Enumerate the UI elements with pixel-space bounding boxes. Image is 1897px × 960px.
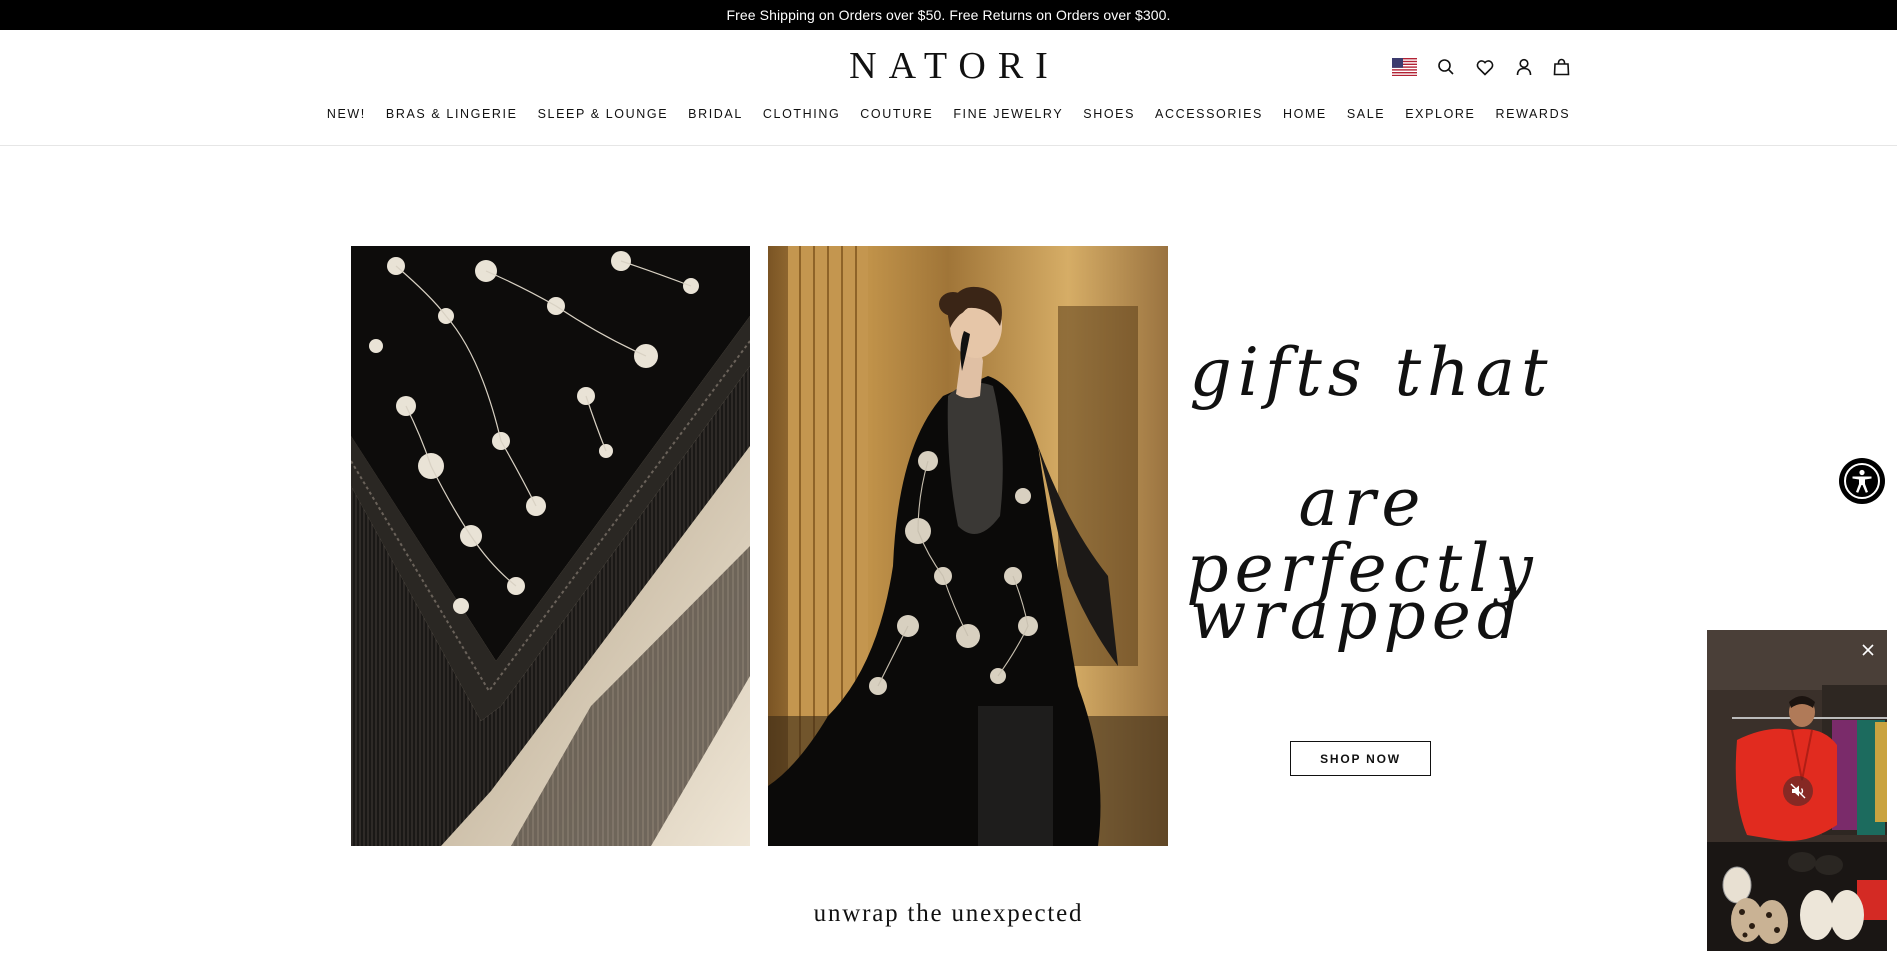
nav-item-sleep-lounge[interactable]: SLEEP & LOUNGE — [528, 107, 679, 121]
brand-logo[interactable]: NATORI — [0, 44, 1897, 88]
nav-item-home[interactable]: HOME — [1273, 107, 1337, 121]
nav-item-couture[interactable]: COUTURE — [850, 107, 943, 121]
nav-item-fine-jewelry[interactable]: FINE JEWELRY — [943, 107, 1073, 121]
nav-item-sale[interactable]: SALE — [1337, 107, 1395, 121]
nav-item-explore[interactable]: EXPLORE — [1395, 107, 1485, 121]
close-icon[interactable] — [1857, 639, 1879, 661]
nav-item-clothing[interactable]: CLOTHING — [753, 107, 850, 121]
nav-item-new[interactable]: NEW! — [317, 107, 376, 121]
header-divider — [0, 145, 1897, 146]
shop-now-button[interactable]: SHOP NOW — [1290, 741, 1431, 776]
us-flag-icon[interactable] — [1392, 58, 1417, 76]
nav-item-bridal[interactable]: BRIDAL — [678, 107, 753, 121]
heart-icon[interactable] — [1473, 56, 1497, 78]
bag-icon[interactable] — [1549, 56, 1573, 78]
mute-icon[interactable] — [1783, 776, 1813, 806]
hero-image-shawl[interactable] — [351, 246, 750, 846]
video-widget[interactable] — [1707, 630, 1887, 951]
announcement-text: Free Shipping on Orders over $50. Free R… — [726, 7, 1171, 23]
headline-line-3: wrapped — [1189, 577, 1526, 654]
headline-line-1: gifts that — [1189, 334, 1554, 411]
account-icon[interactable] — [1512, 56, 1536, 78]
nav-item-bras-lingerie[interactable]: BRAS & LINGERIE — [376, 107, 528, 121]
announcement-bar: Free Shipping on Orders over $50. Free R… — [0, 0, 1897, 30]
search-icon[interactable] — [1434, 56, 1458, 78]
accessibility-icon[interactable] — [1839, 458, 1885, 504]
hero-headline: gifts that — [1170, 340, 1555, 406]
main-navigation: NEW! BRAS & LINGERIE SLEEP & LOUNGE BRID… — [0, 107, 1897, 121]
hero-image-model[interactable] — [768, 246, 1168, 846]
section-tagline: unwrap the unexpected — [813, 900, 1084, 927]
nav-item-accessories[interactable]: ACCESSORIES — [1145, 107, 1273, 121]
hero-headline-3: wrapped — [1170, 583, 1555, 649]
nav-item-shoes[interactable]: SHOES — [1073, 107, 1145, 121]
nav-item-rewards[interactable]: REWARDS — [1486, 107, 1581, 121]
